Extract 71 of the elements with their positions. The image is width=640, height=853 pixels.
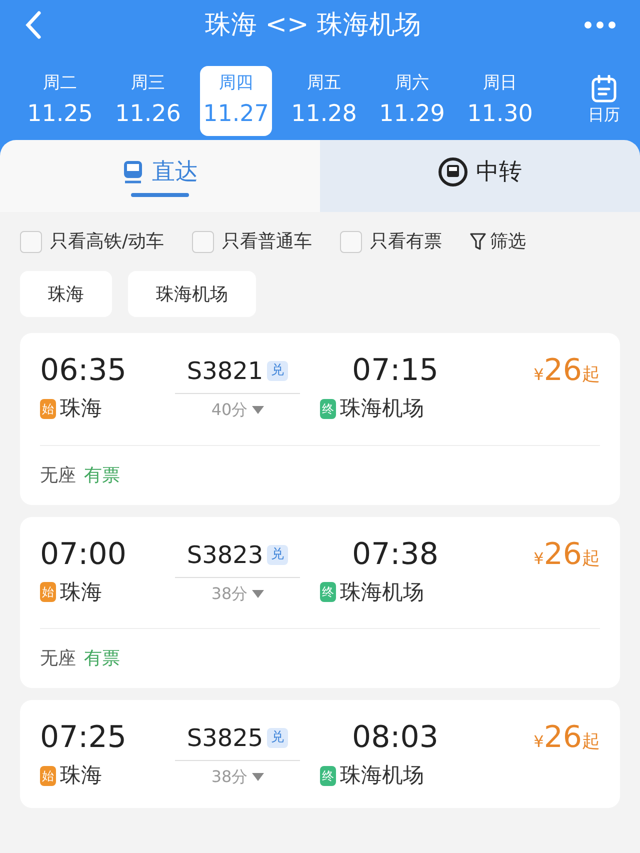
date-tab[interactable]: 周五 11.28: [288, 66, 360, 136]
train-icon: [122, 160, 144, 184]
start-badge: 始: [40, 398, 56, 419]
checkbox[interactable]: [20, 230, 42, 252]
station-chip[interactable]: 珠海: [20, 271, 112, 317]
departure-time: 07:25: [40, 720, 128, 756]
price: 26: [544, 720, 582, 756]
arrival-time: 07:15: [351, 353, 440, 389]
start-badge: 始: [40, 766, 56, 786]
checkbox[interactable]: [192, 230, 214, 252]
duration-button[interactable]: 38分: [211, 765, 264, 789]
filter-button[interactable]: 筛选: [470, 228, 526, 255]
price-suffix: 起: [582, 363, 600, 387]
price-symbol: ¥: [534, 364, 544, 386]
station-chip[interactable]: 珠海机场: [128, 271, 256, 317]
calendar-button[interactable]: 日历: [588, 75, 624, 127]
price-suffix: 起: [582, 730, 600, 754]
price-suffix: 起: [582, 546, 600, 570]
arrival-time: 07:38: [351, 536, 440, 572]
date-tab[interactable]: 周六 11.29: [376, 66, 448, 136]
back-icon[interactable]: [24, 10, 42, 40]
caret-icon: [252, 406, 264, 414]
checkbox[interactable]: [340, 230, 362, 252]
train-number: S3825: [186, 723, 264, 754]
price: 26: [544, 353, 582, 389]
start-badge: 始: [40, 582, 56, 602]
train-card[interactable]: 06:35 始 珠海 S3821 兑 40分 07:15 终 珠海机场 ¥26起 无座 有票: [20, 333, 620, 504]
filter-icon: [470, 232, 486, 250]
end-badge: 终: [320, 398, 336, 419]
end-badge: 终: [320, 766, 336, 786]
calendar-icon: [591, 75, 617, 103]
more-icon[interactable]: [584, 21, 616, 29]
transfer-icon: [438, 157, 468, 187]
date-tab[interactable]: 周日 11.30: [464, 66, 536, 136]
caret-icon: [252, 773, 264, 781]
departure-station: 珠海: [60, 762, 102, 789]
duration-button[interactable]: 40分: [211, 398, 264, 422]
page-title: 珠海 <> 珠海机场: [204, 8, 422, 42]
train-tag: 兑: [267, 544, 288, 564]
departure-station: 珠海: [60, 395, 102, 422]
date-tab[interactable]: 周四 11.27: [200, 66, 272, 136]
route-tab[interactable]: 直达: [0, 140, 320, 212]
filter-checkbox[interactable]: 只看普通车: [192, 228, 312, 255]
train-card[interactable]: 07:25 始 珠海 S3825 兑 38分 08:03 终 珠海机场 ¥26起: [20, 700, 620, 808]
train-tag: 兑: [267, 728, 288, 748]
departure-time: 06:35: [40, 353, 128, 389]
arrival-time: 08:03: [351, 720, 440, 756]
duration-button[interactable]: 38分: [211, 582, 264, 606]
train-tag: 兑: [267, 361, 288, 381]
ticket-status: 有票: [84, 464, 120, 488]
departure-station: 珠海: [60, 578, 102, 606]
arrival-station: 珠海机场: [340, 762, 424, 789]
arrival-station: 珠海机场: [340, 395, 424, 422]
price-symbol: ¥: [534, 548, 544, 570]
price: 26: [544, 536, 582, 572]
train-number: S3823: [186, 540, 264, 570]
seat-type: 无座: [40, 647, 76, 671]
price-symbol: ¥: [534, 731, 544, 753]
train-number: S3821: [186, 356, 264, 387]
route-tab[interactable]: 中转: [320, 140, 640, 212]
seat-type: 无座: [40, 464, 76, 488]
end-badge: 终: [320, 582, 336, 602]
filter-checkbox[interactable]: 只看高铁/动车: [20, 228, 164, 255]
ticket-status: 有票: [84, 647, 120, 671]
caret-icon: [252, 590, 264, 598]
date-tab[interactable]: 周三 11.26: [112, 66, 184, 136]
departure-time: 07:00: [40, 536, 128, 572]
arrival-station: 珠海机场: [340, 578, 424, 606]
train-card[interactable]: 07:00 始 珠海 S3823 兑 38分 07:38 终 珠海机场 ¥26起 无座 有票: [20, 516, 620, 688]
date-tab[interactable]: 周二 11.25: [24, 66, 96, 136]
filter-checkbox[interactable]: 只看有票: [340, 228, 442, 255]
